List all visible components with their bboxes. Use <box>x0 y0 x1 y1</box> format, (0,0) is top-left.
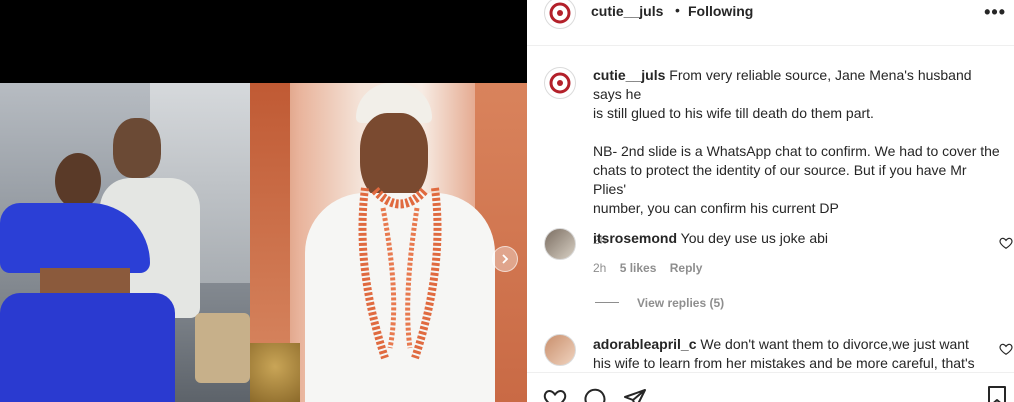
comment-likes[interactable]: 5 likes <box>620 261 657 275</box>
heart-icon[interactable] <box>999 236 1013 250</box>
heart-icon[interactable] <box>999 342 1013 356</box>
header-separator: • <box>675 2 680 18</box>
post-header: cutie__juls • Following ••• <box>527 0 1014 46</box>
carousel-next-button[interactable] <box>492 246 518 272</box>
comment: itsrosemond You dey use us joke abi 2h 5… <box>593 229 973 275</box>
gold-chair <box>250 343 300 402</box>
action-bar <box>527 372 1014 402</box>
view-replies-line <box>595 302 619 303</box>
reply-button[interactable]: Reply <box>670 261 703 275</box>
view-replies-button[interactable]: View replies (5) <box>637 296 724 310</box>
coral-beads <box>358 186 442 360</box>
comment-username[interactable]: adorableapril_c <box>593 336 697 352</box>
photo-couple <box>0 83 250 402</box>
comment-avatar[interactable] <box>544 334 576 366</box>
woman-pants <box>0 293 175 402</box>
share-icon[interactable] <box>623 387 647 402</box>
caption-text: NB- 2nd slide is a WhatsApp chat to conf… <box>593 143 1000 159</box>
comment-body: adorableapril_c We don't want them to di… <box>593 335 993 354</box>
comment-username[interactable]: itsrosemond <box>593 230 677 246</box>
comment-text: We don't want them to divorce,we just wa… <box>700 336 969 352</box>
avatar-logo-icon <box>549 72 571 94</box>
comment-text: You dey use us joke abi <box>680 230 829 246</box>
comment-meta: 2h 5 likes Reply <box>593 261 973 275</box>
caption-avatar[interactable] <box>544 67 576 99</box>
comment: adorableapril_c We don't want them to di… <box>593 335 993 373</box>
photo-man-traditional <box>250 83 527 402</box>
caption-line: cutie__juls From very reliable source, J… <box>593 66 1003 104</box>
post-side-panel: cutie__juls • Following ••• cutie__juls … <box>527 0 1014 402</box>
caption-text: is still glued to his wife till death do… <box>593 105 874 121</box>
woman-midriff <box>40 268 130 296</box>
caption-text: chats to protect the identity of our sou… <box>593 162 967 197</box>
like-heart-icon[interactable] <box>543 387 567 402</box>
chevron-right-icon <box>502 254 509 264</box>
handbag <box>195 313 250 383</box>
comment-timestamp[interactable]: 2h <box>593 261 606 275</box>
comment-text: his wife to learn from her mistakes and … <box>593 355 975 371</box>
woman-head <box>55 153 101 209</box>
post-media[interactable] <box>0 0 527 402</box>
caption-text: number, you can confirm his current DP <box>593 200 839 216</box>
bookmark-icon[interactable] <box>987 385 1007 402</box>
more-options-icon[interactable]: ••• <box>984 2 1006 23</box>
author-username[interactable]: cutie__juls <box>591 3 663 19</box>
avatar-logo-icon <box>549 2 571 24</box>
caption-username[interactable]: cutie__juls <box>593 67 665 83</box>
comment-body: itsrosemond You dey use us joke abi <box>593 229 973 248</box>
author-avatar[interactable] <box>544 0 576 29</box>
follow-status[interactable]: Following <box>688 3 753 19</box>
caption: cutie__juls From very reliable source, J… <box>593 66 1003 247</box>
comment-icon[interactable] <box>583 387 607 402</box>
man-head <box>113 118 161 178</box>
comment-avatar[interactable] <box>544 228 576 260</box>
